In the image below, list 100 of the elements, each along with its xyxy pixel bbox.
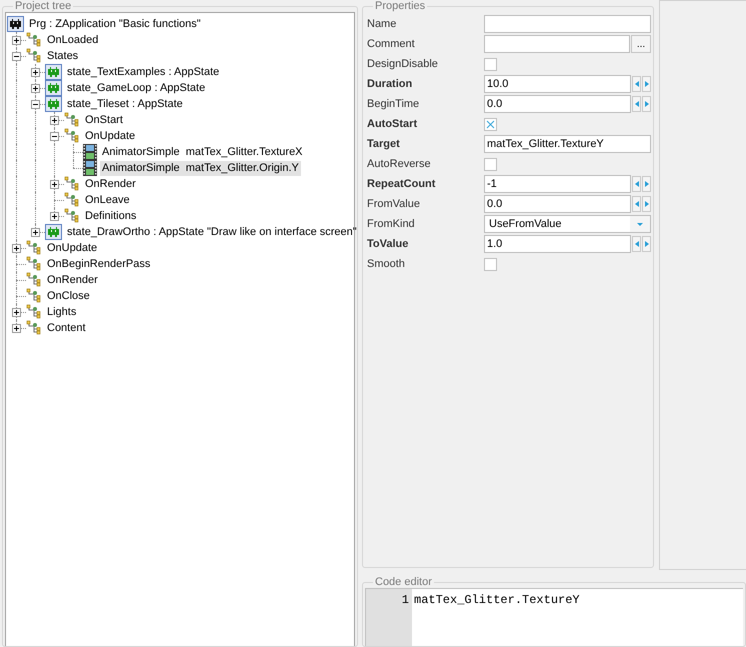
right-triangle-icon — [644, 181, 648, 187]
property-label: AutoStart — [367, 118, 418, 130]
increment-button[interactable] — [642, 176, 651, 192]
increment-button[interactable] — [642, 196, 651, 212]
tree-item[interactable]: OnLeave — [83, 192, 132, 208]
collapse-button[interactable] — [12, 52, 21, 61]
plus-icon — [52, 118, 57, 123]
down-triangle-icon — [637, 222, 643, 226]
increment-button[interactable] — [642, 76, 651, 92]
text-field[interactable]: matTex_Glitter.TextureY — [484, 135, 651, 153]
decrement-button[interactable] — [632, 176, 641, 192]
tree-item[interactable]: OnLoaded — [45, 32, 100, 48]
expand-button[interactable] — [12, 244, 21, 253]
plus-icon — [14, 326, 19, 331]
decrement-button[interactable] — [632, 196, 641, 212]
right-triangle-icon — [644, 81, 648, 87]
decrement-button[interactable] — [632, 76, 641, 92]
property-label: BeginTime — [367, 98, 420, 110]
tree-item[interactable]: OnUpdate — [45, 240, 100, 256]
node-graph-icon — [64, 128, 80, 144]
left-triangle-icon — [634, 101, 638, 107]
property-label: Name — [367, 18, 398, 30]
browse-button[interactable]: ... — [631, 35, 651, 53]
node-graph-icon — [64, 192, 80, 208]
number-field[interactable]: 0.0 — [484, 195, 631, 213]
invader-icon — [45, 64, 62, 80]
right-triangle-icon — [644, 101, 648, 107]
dropdown[interactable]: UseFromValue — [484, 215, 651, 233]
tree-item[interactable]: state_DrawOrtho : AppState "Draw like on interface screen" — [65, 224, 359, 240]
decrement-button[interactable] — [632, 236, 641, 252]
checkbox[interactable] — [484, 158, 497, 170]
property-label: DesignDisable — [367, 58, 439, 70]
expand-button[interactable] — [31, 228, 40, 237]
dropdown-arrow-button[interactable] — [630, 216, 650, 232]
number-field[interactable]: 0.0 — [484, 95, 631, 113]
tree-item[interactable]: OnUpdate — [83, 128, 138, 144]
expand-button[interactable] — [31, 68, 40, 77]
plus-icon — [52, 182, 57, 187]
tree-item[interactable]: Definitions — [83, 208, 138, 224]
node-graph-icon — [64, 208, 80, 224]
number-field[interactable]: -1 — [484, 175, 631, 193]
plus-icon — [14, 310, 19, 315]
property-label: FromKind — [367, 218, 416, 230]
property-label: Duration — [367, 78, 414, 90]
expand-button[interactable] — [12, 324, 21, 333]
node-graph-icon — [26, 272, 42, 288]
tree-item[interactable]: States — [45, 48, 80, 64]
tree-item[interactable]: OnRender — [45, 272, 100, 288]
tree-item[interactable]: state_GameLoop : AppState — [65, 80, 208, 96]
tree-item[interactable]: AnimatorSimple matTex_Glitter.Origin.Y — [100, 160, 301, 176]
left-triangle-icon — [634, 241, 638, 247]
number-field[interactable]: 10.0 — [484, 75, 631, 93]
collapse-button[interactable] — [31, 100, 40, 109]
node-graph-icon — [64, 112, 80, 128]
tree-item[interactable]: state_TextExamples : AppState — [65, 64, 222, 80]
tree-item[interactable]: OnBeginRenderPass — [45, 256, 152, 272]
node-graph-icon — [26, 32, 42, 48]
tree-item[interactable]: Prg : ZApplication "Basic functions" — [27, 16, 203, 32]
expand-button[interactable] — [12, 36, 21, 45]
node-graph-icon — [26, 304, 42, 320]
node-graph-icon — [26, 320, 42, 336]
collapse-button[interactable] — [50, 132, 59, 141]
minus-icon — [14, 54, 19, 59]
expand-button[interactable] — [50, 180, 59, 189]
checkbox[interactable] — [484, 258, 497, 270]
code-line: matTex_Glitter.TextureY — [414, 593, 581, 607]
tree-item[interactable]: Content — [45, 320, 88, 336]
right-triangle-icon — [644, 201, 648, 207]
film-strip-icon — [83, 144, 97, 160]
right-triangle-icon — [644, 241, 648, 247]
decrement-button[interactable] — [632, 96, 641, 112]
expand-button[interactable] — [31, 84, 40, 93]
property-label: FromValue — [367, 198, 421, 210]
property-label: ToValue — [367, 238, 410, 250]
increment-button[interactable] — [642, 236, 651, 252]
expand-button[interactable] — [12, 308, 21, 317]
tree-item[interactable]: OnRender — [83, 176, 138, 192]
plus-icon — [52, 214, 57, 219]
left-triangle-icon — [634, 181, 638, 187]
plus-icon — [33, 230, 38, 235]
tree-item[interactable]: AnimatorSimple matTex_Glitter.TextureX — [100, 144, 305, 160]
text-field[interactable] — [484, 15, 651, 33]
plus-icon — [33, 86, 38, 91]
tree-item[interactable]: state_Tileset : AppState — [65, 96, 185, 112]
invader-icon — [45, 96, 62, 112]
checkbox[interactable] — [484, 58, 497, 70]
checkbox[interactable] — [484, 118, 497, 130]
tree-item[interactable]: OnStart — [83, 112, 125, 128]
text-field[interactable] — [484, 35, 630, 53]
increment-button[interactable] — [642, 96, 651, 112]
property-label: Comment — [367, 38, 416, 50]
plus-icon — [33, 70, 38, 75]
tree-item[interactable]: OnClose — [45, 288, 92, 304]
plus-icon — [14, 246, 19, 251]
tree-item[interactable]: Lights — [45, 304, 78, 320]
number-field[interactable]: 1.0 — [484, 235, 631, 253]
expand-button[interactable] — [50, 116, 59, 125]
group-title: Code editor — [374, 576, 433, 588]
expand-button[interactable] — [50, 212, 59, 221]
line-number: 1 — [400, 593, 409, 607]
